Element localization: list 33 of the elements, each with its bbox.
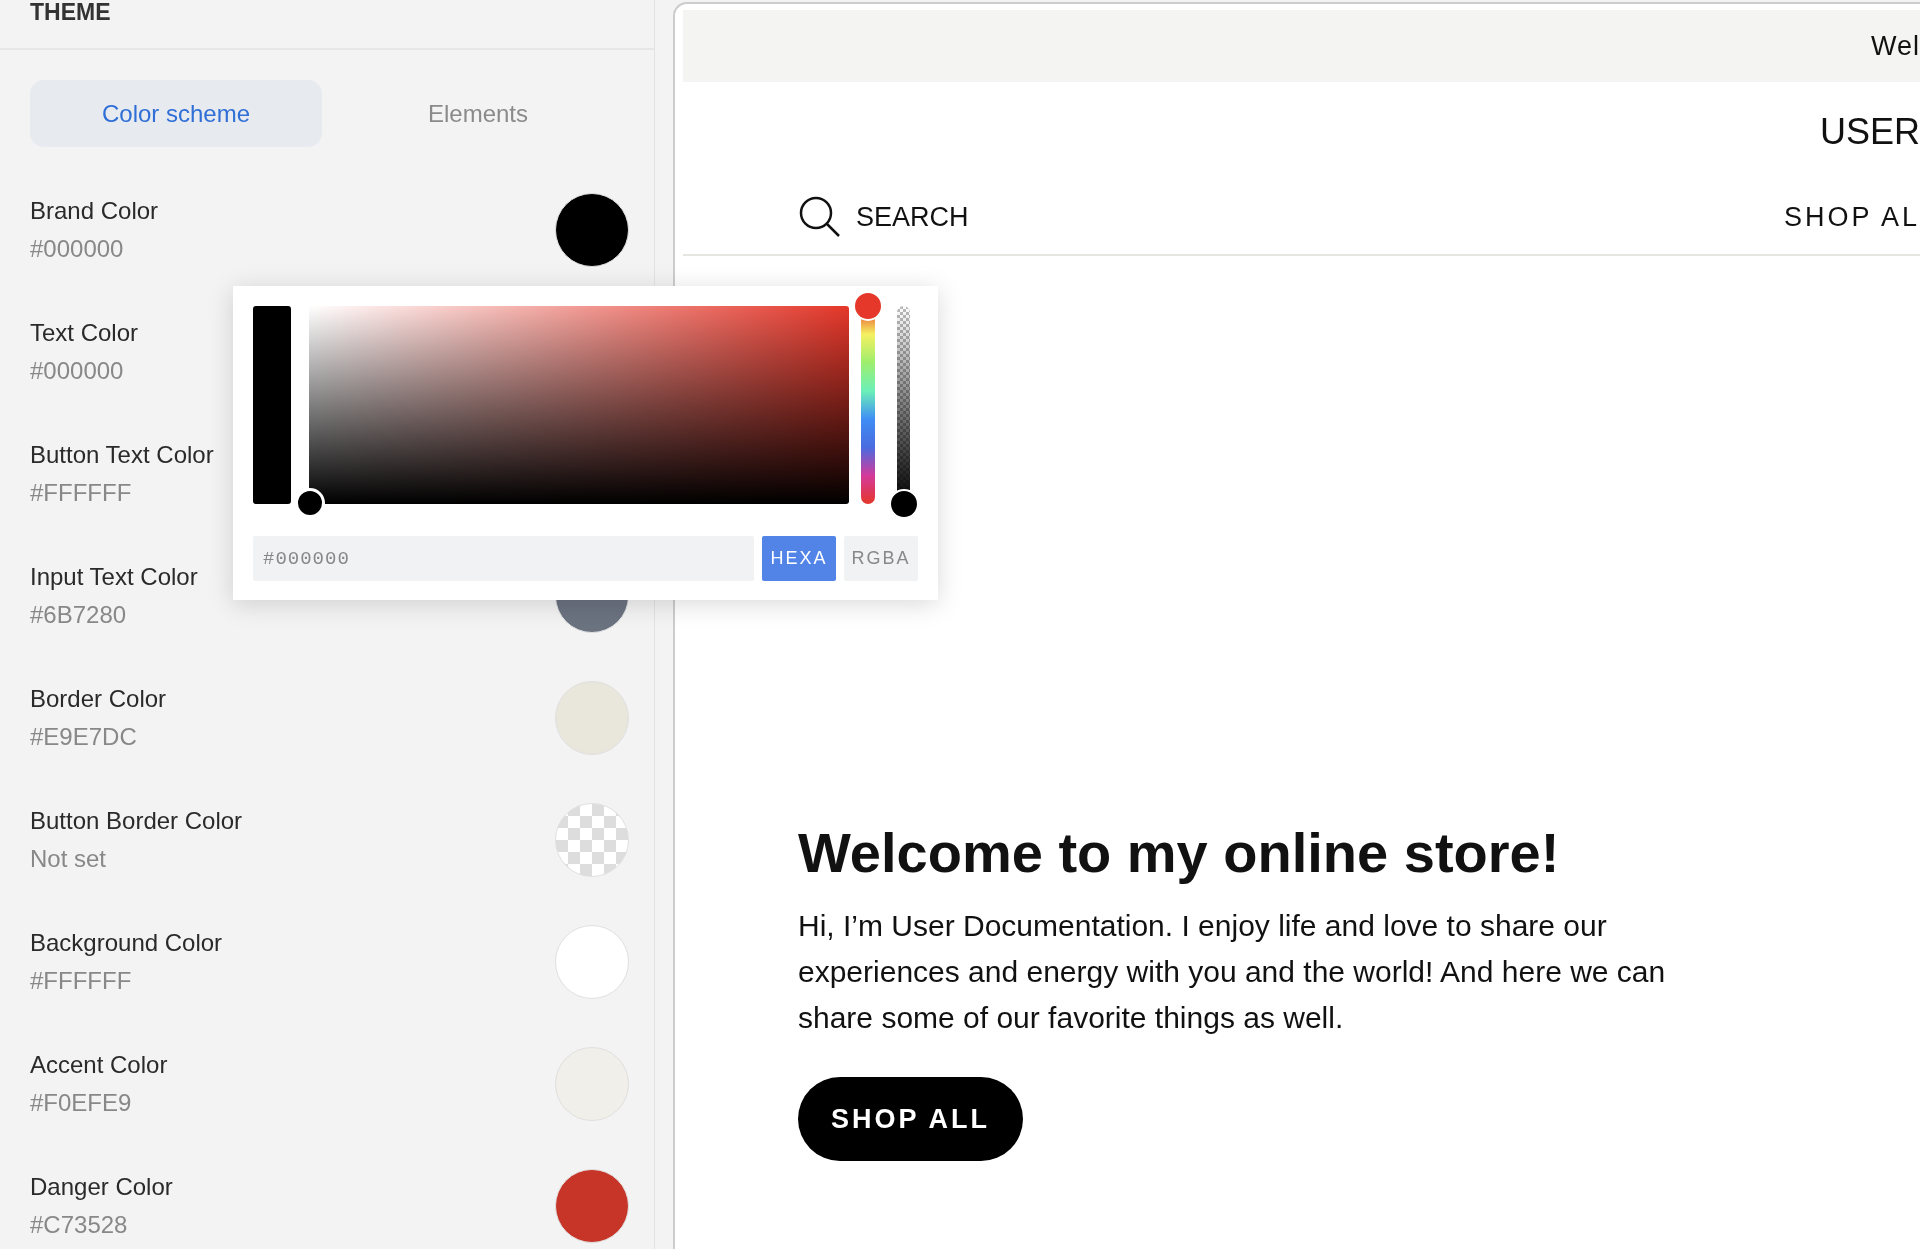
saturation-area[interactable] [309, 306, 850, 504]
color-value: #FFFFFF [30, 479, 133, 507]
hero-heading: Welcome to my online store! [798, 820, 1561, 885]
color-value: #6B7280 [30, 601, 128, 629]
format-button[interactable]: HEXA [762, 536, 836, 581]
color-label: Background Color [30, 929, 223, 957]
store-name: USER [1819, 111, 1920, 153]
announcement-text: Wel [1871, 30, 1920, 62]
color-label: Button Border Color [30, 807, 243, 835]
tab[interactable]: Elements [332, 80, 624, 147]
hero-text: Hi, I’m User Documentation. I enjoy life and love to share our experiences and energy with you and the world! And here we can share some of our favorite things as well. [798, 908, 1667, 1036]
tab[interactable]: Color scheme [30, 80, 322, 147]
color-label: Input Text Color [30, 563, 198, 591]
shop-all-button[interactable]: SHOP ALL [798, 1077, 1023, 1161]
color-label: Button Text Color [30, 441, 214, 469]
search-icon[interactable] [798, 195, 842, 239]
color-input-field[interactable]: #000000 [253, 536, 754, 581]
color-label: Brand Color [30, 197, 159, 225]
color-label: Danger Color [30, 1173, 173, 1201]
search-link[interactable]: SEARCH [856, 201, 969, 233]
panel-title: THEME [0, 0, 654, 50]
color-label: Accent Color [30, 1051, 168, 1079]
color-value: #E9E7DC [30, 723, 138, 751]
format-button[interactable]: RGBA [844, 536, 918, 581]
color-value: #000000 [30, 235, 125, 263]
color-label: Border Color [30, 685, 167, 713]
nav-link[interactable]: SHOP AL [1783, 201, 1920, 233]
color-label: Text Color [30, 319, 139, 347]
color-value: #F0EFE9 [30, 1089, 133, 1117]
color-value: #FFFFFF [30, 967, 133, 995]
color-value: #C73528 [30, 1211, 129, 1239]
color-value: Not set [30, 845, 108, 873]
color-value: #000000 [30, 357, 125, 385]
